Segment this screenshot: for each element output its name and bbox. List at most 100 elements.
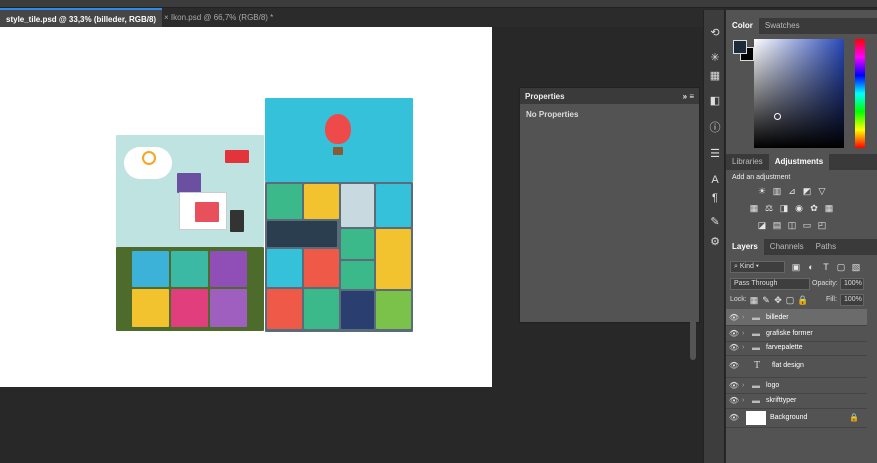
lock-image-icon[interactable]: ✎ <box>761 295 771 305</box>
levels-icon[interactable]: ▥ <box>772 186 782 196</box>
tab-paths[interactable]: Paths <box>810 239 842 255</box>
collapse-panel-icon[interactable]: » <box>683 92 687 101</box>
foreground-color-swatch[interactable] <box>733 40 747 54</box>
filter-smart-object-icon[interactable]: ▧ <box>851 262 861 272</box>
layer-filter-select[interactable]: ⌕ Kind ▾ <box>730 261 785 273</box>
invert-icon[interactable]: ◪ <box>757 220 767 230</box>
expand-chevron-icon[interactable]: › <box>742 382 752 389</box>
vibrance-icon[interactable]: ▽ <box>817 186 827 196</box>
tool-presets-icon[interactable]: ✎ <box>707 214 723 230</box>
visibility-eye-icon[interactable]: 👁 <box>726 381 742 390</box>
hot-air-balloon-graphic <box>325 114 351 144</box>
tab-color[interactable]: Color <box>726 18 759 34</box>
hue-slider[interactable] <box>855 39 865 148</box>
opacity-input[interactable]: 100% <box>840 278 864 290</box>
exposure-icon[interactable]: ◩ <box>802 186 812 196</box>
folder-icon: ▬ <box>752 395 760 405</box>
tab-close-icon[interactable]: × <box>164 13 169 22</box>
visibility-eye-icon[interactable]: 👁 <box>726 343 742 352</box>
layer-row-skrifttyper[interactable]: 👁 › ▬ skrifttyper <box>726 392 867 409</box>
fill-input[interactable]: 100% <box>840 294 864 306</box>
flat-tile <box>304 249 339 287</box>
filter-type-icon[interactable]: T <box>821 262 831 272</box>
brush-settings-icon[interactable]: ✳ <box>707 50 723 66</box>
tab-ikon[interactable]: × Ikon.psd @ 66,7% (RGB/8) * <box>158 8 279 27</box>
posterize-icon[interactable]: ▤ <box>772 220 782 230</box>
visibility-eye-icon[interactable]: 👁 <box>726 329 742 338</box>
color-lookup-icon[interactable]: ▦ <box>824 203 834 213</box>
tab-adjustments[interactable]: Adjustments <box>768 154 830 170</box>
layer-row-billeder[interactable]: 👁 › ▬ billeder <box>726 309 867 326</box>
lock-artboard-icon[interactable]: ▢ <box>785 295 795 305</box>
tab-swatches[interactable]: Swatches <box>759 18 806 34</box>
properties-title[interactable]: Properties <box>525 92 565 101</box>
brightness-contrast-icon[interactable]: ☀ <box>757 186 767 196</box>
adjustments-panel-tabs: Libraries Adjustments <box>726 154 877 170</box>
lock-position-icon[interactable]: ✥ <box>773 295 783 305</box>
flat-tile <box>341 291 374 329</box>
opacity-label: Opacity: <box>812 280 838 287</box>
visibility-eye-icon[interactable]: 👁 <box>726 361 742 370</box>
layer-row-flat-design[interactable]: 👁 Tflat design <box>726 354 867 378</box>
visibility-eye-icon[interactable]: 👁 <box>726 396 742 405</box>
curves-icon[interactable]: ⊿ <box>787 186 797 196</box>
clone-source-icon[interactable]: ⚙ <box>707 234 723 250</box>
tab-layers[interactable]: Layers <box>726 239 764 255</box>
gradient-map-icon[interactable]: ▭ <box>802 220 812 230</box>
hue-saturation-icon[interactable]: ▦ <box>749 203 759 213</box>
document-canvas[interactable] <box>0 27 492 387</box>
balloon-basket-graphic <box>333 147 343 155</box>
selective-color-icon[interactable]: ◰ <box>817 220 827 230</box>
adjustments-icon[interactable]: ◧ <box>707 93 723 109</box>
expand-chevron-icon[interactable]: › <box>742 314 752 321</box>
expand-chevron-icon[interactable]: › <box>742 397 752 404</box>
layer-row-background[interactable]: 👁 Background 🔒 <box>726 408 867 428</box>
folder-icon: ▬ <box>752 342 760 352</box>
lock-transparency-icon[interactable]: ▦ <box>749 295 759 305</box>
document-tabs: style_tile.psd @ 33,3% (billeder, RGB/8)… <box>0 8 725 27</box>
color-panel-tabs: Color Swatches <box>726 18 877 34</box>
canvas-scrollbar[interactable] <box>690 320 696 360</box>
color-picker-cursor[interactable] <box>774 113 781 120</box>
tab-libraries[interactable]: Libraries <box>726 154 769 170</box>
black-white-icon[interactable]: ◨ <box>779 203 789 213</box>
properties-icon[interactable]: ☰ <box>707 146 723 162</box>
at-sign-graphic <box>142 151 156 165</box>
tab-style-tile[interactable]: style_tile.psd @ 33,3% (billeder, RGB/8) <box>0 8 163 27</box>
expand-chevron-icon[interactable]: › <box>742 344 752 351</box>
filter-shape-icon[interactable]: ▢ <box>836 262 846 272</box>
libraries-icon[interactable]: ▦ <box>707 68 723 84</box>
folder-icon: ▬ <box>752 380 760 390</box>
threshold-icon[interactable]: ◫ <box>787 220 797 230</box>
paragraph-icon[interactable]: ¶ <box>707 190 723 206</box>
filter-pixel-icon[interactable]: ▣ <box>791 262 801 272</box>
color-picker-field[interactable] <box>754 39 844 148</box>
properties-header: Properties » ≡ <box>520 88 699 104</box>
panel-menu-icon[interactable]: ≡ <box>689 92 694 101</box>
filter-adjustment-icon[interactable]: ◐ <box>806 262 816 272</box>
color-balance-icon[interactable]: ⚖ <box>764 203 774 213</box>
channel-mixer-icon[interactable]: ✿ <box>809 203 819 213</box>
photo-filter-icon[interactable]: ◉ <box>794 203 804 213</box>
properties-panel: Properties » ≡ No Properties <box>519 87 700 323</box>
flat-tile <box>341 229 374 259</box>
adjustments-heading: Add an adjustment <box>732 174 791 181</box>
info-icon[interactable]: ⓘ <box>707 120 723 136</box>
flat-tile <box>304 289 339 329</box>
weather-tile <box>171 251 208 287</box>
blend-mode-select[interactable]: Pass Through <box>730 278 810 290</box>
character-icon[interactable]: A <box>707 172 723 188</box>
lock-all-icon[interactable]: 🔒 <box>797 295 808 305</box>
visibility-eye-icon[interactable]: 👁 <box>726 413 742 422</box>
text-layer-icon: T <box>753 360 761 371</box>
expand-chevron-icon[interactable]: › <box>742 330 752 337</box>
folder-icon: ▬ <box>752 312 760 322</box>
flat-tile <box>376 229 411 289</box>
tab-channels[interactable]: Channels <box>764 239 810 255</box>
history-icon[interactable]: ⟲ <box>707 25 723 41</box>
flat-tile <box>267 184 302 219</box>
browser-content-graphic <box>195 202 219 222</box>
flat-tile <box>376 184 411 227</box>
weather-tile <box>132 251 169 287</box>
visibility-eye-icon[interactable]: 👁 <box>726 313 742 322</box>
